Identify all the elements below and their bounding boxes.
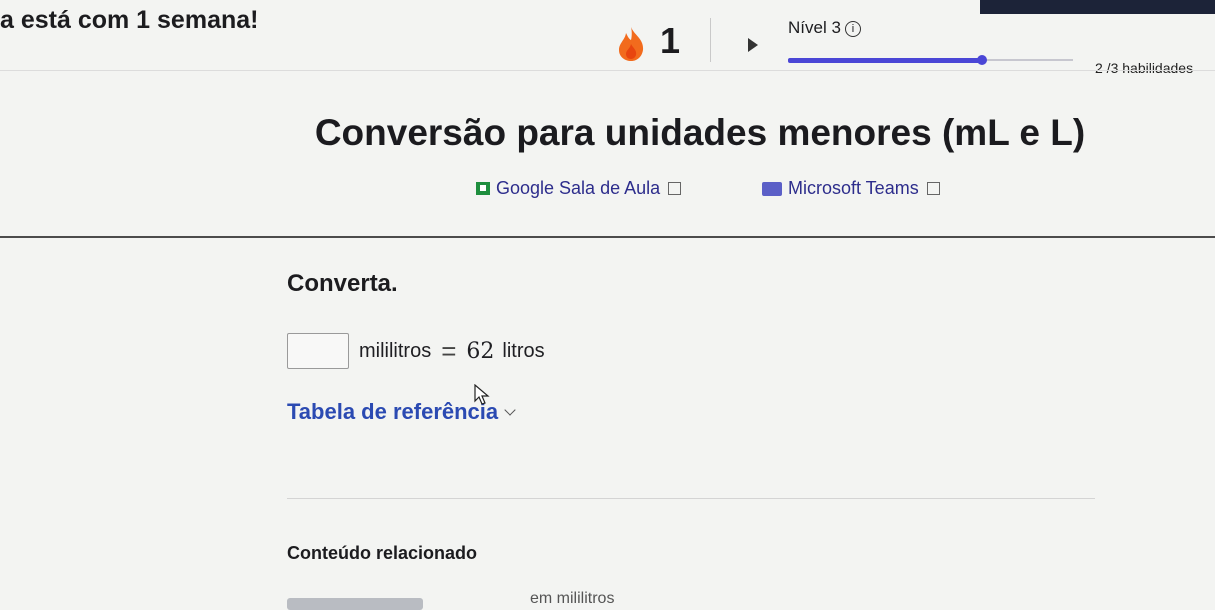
- streak-message: a está com 1 semana!: [0, 6, 259, 34]
- top-bar-strip: [980, 0, 1215, 14]
- external-link-icon: [668, 182, 682, 195]
- unit-right: litros: [502, 339, 545, 362]
- equals-sign: =: [441, 335, 457, 366]
- level-progress-knob: [977, 55, 987, 65]
- unit-left: mililitros: [359, 339, 432, 362]
- header-divider: [710, 18, 711, 62]
- page-title: Conversão para unidades menores (mL e L): [314, 112, 1086, 153]
- microsoft-teams-share-link[interactable]: Microsoft Teams: [762, 178, 940, 199]
- level-progress-bar: [788, 55, 1073, 65]
- given-value: 62: [466, 338, 495, 364]
- google-classroom-share-link[interactable]: Google Sala de Aula: [476, 178, 682, 199]
- related-video-thumbnail[interactable]: [287, 598, 423, 610]
- header-separator: [0, 70, 1215, 71]
- title-separator: [0, 236, 1215, 238]
- info-icon[interactable]: i: [844, 21, 861, 37]
- chevron-down-icon: [504, 404, 516, 416]
- streak-count: 1: [660, 20, 681, 61]
- reference-table-label: Tabela de referência: [287, 399, 499, 424]
- answer-input[interactable]: [287, 333, 349, 369]
- google-classroom-icon: [476, 182, 490, 195]
- cursor-icon: [474, 384, 490, 405]
- play-icon[interactable]: [748, 38, 758, 52]
- level-label[interactable]: Nível 3i: [788, 18, 861, 38]
- level-text: Nível 3: [788, 18, 841, 37]
- microsoft-teams-label: Microsoft Teams: [788, 178, 919, 198]
- flame-icon: [619, 27, 644, 61]
- skills-count: 2 /3 habilidades: [1095, 60, 1194, 76]
- related-content-link[interactable]: em mililitros: [530, 590, 614, 608]
- exercise-prompt: Converta.: [287, 270, 398, 297]
- related-content-heading: Conteúdo relacionado: [287, 543, 478, 563]
- google-classroom-label: Google Sala de Aula: [496, 178, 661, 198]
- microsoft-teams-icon: [762, 181, 782, 196]
- content-separator: [287, 498, 1095, 499]
- conversion-equation: mililitros = 62 litros: [287, 333, 545, 369]
- external-link-icon: [926, 182, 940, 195]
- level-progress-fill: [788, 57, 982, 63]
